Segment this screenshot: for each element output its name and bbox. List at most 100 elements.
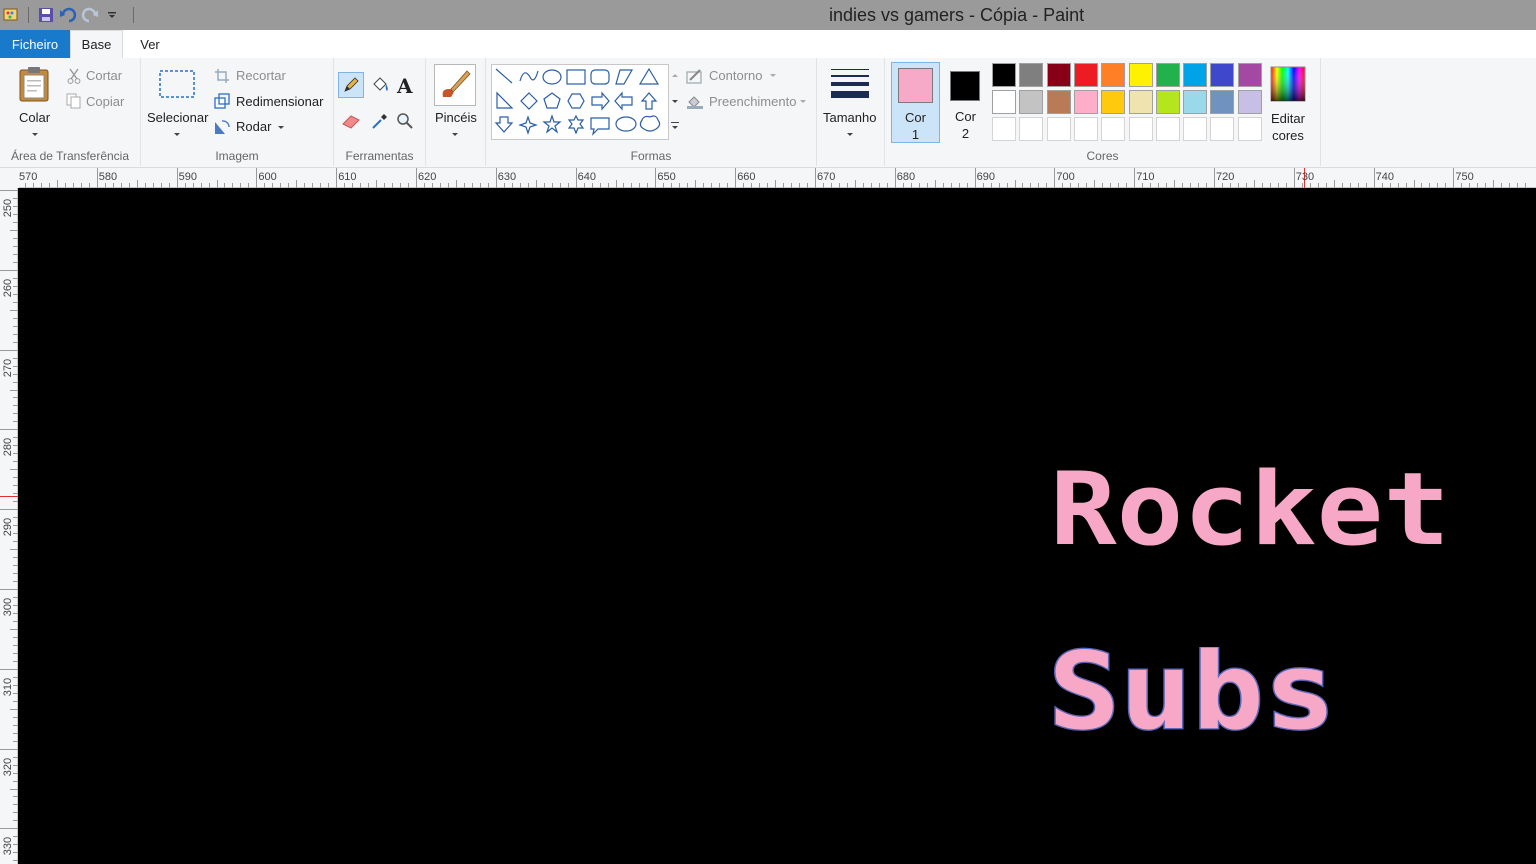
paint-app-icon[interactable] — [0, 4, 22, 26]
copy-button[interactable]: Copiar — [86, 94, 124, 109]
color-picker-icon[interactable] — [367, 108, 393, 134]
palette-swatch-empty[interactable] — [1237, 117, 1262, 141]
drawing-canvas[interactable]: Rocket Subs — [19, 189, 1536, 864]
ruler-minor-tick — [1245, 183, 1247, 188]
outline-dropdown-icon[interactable] — [770, 74, 776, 77]
select-icon[interactable] — [157, 68, 197, 100]
ruler-minor-tick — [80, 183, 82, 188]
paste-label[interactable]: Colar — [19, 110, 50, 125]
palette-swatch[interactable] — [1237, 90, 1262, 114]
palette-swatch[interactable] — [1128, 90, 1153, 114]
ruler-minor-tick — [312, 183, 314, 188]
palette-swatch-empty[interactable] — [1101, 117, 1126, 141]
file-menu-button[interactable]: Ficheiro — [0, 30, 70, 58]
ruler-minor-tick — [13, 397, 18, 399]
ruler-minor-tick — [13, 413, 18, 415]
brush-icon[interactable] — [434, 64, 476, 106]
ruler-minor-tick — [711, 183, 713, 188]
gallery-up-icon[interactable] — [672, 74, 678, 77]
gallery-expand-icon[interactable] — [672, 126, 678, 129]
palette-swatch[interactable] — [1210, 90, 1235, 114]
text-tool-icon[interactable]: A — [392, 72, 418, 98]
palette-swatch[interactable] — [1101, 90, 1126, 114]
palette-swatch[interactable] — [1155, 63, 1180, 87]
pencil-icon[interactable] — [338, 72, 364, 98]
palette-swatch[interactable] — [1155, 90, 1180, 114]
resize-button[interactable]: Redimensionar — [236, 94, 323, 109]
palette-swatch-empty[interactable] — [1155, 117, 1180, 141]
undo-icon[interactable] — [57, 4, 79, 26]
size-lines-icon[interactable] — [829, 66, 871, 102]
ruler-minor-tick — [519, 183, 521, 188]
fill-bucket-icon[interactable] — [367, 72, 393, 98]
tab-view[interactable]: Ver — [128, 30, 172, 58]
ruler-minor-tick — [13, 205, 18, 207]
ruler-minor-tick — [1509, 183, 1511, 188]
palette-swatch-empty[interactable] — [1046, 117, 1071, 141]
customize-qat-icon[interactable] — [101, 4, 123, 26]
ruler-minor-tick — [854, 180, 856, 188]
ruler-minor-tick — [1429, 183, 1431, 188]
size-label[interactable]: Tamanho — [823, 110, 876, 125]
select-dropdown-icon[interactable] — [174, 133, 180, 136]
shapes-gallery-icons[interactable] — [492, 65, 668, 139]
fill-button[interactable]: Preenchimento — [709, 94, 796, 109]
ruler-minor-tick — [830, 183, 832, 188]
palette-swatch[interactable] — [1183, 90, 1208, 114]
cut-button[interactable]: Cortar — [86, 68, 122, 83]
crop-button[interactable]: Recortar — [236, 68, 286, 83]
gallery-down-icon[interactable] — [672, 100, 678, 103]
edit-colors-icon[interactable] — [1270, 66, 1306, 102]
palette-swatch[interactable] — [1046, 63, 1071, 87]
palette-swatch[interactable] — [1046, 90, 1071, 114]
size-dropdown-icon[interactable] — [847, 133, 853, 136]
palette-swatch[interactable] — [992, 90, 1016, 114]
ruler-minor-tick — [958, 183, 960, 188]
brushes-dropdown-icon[interactable] — [452, 133, 458, 136]
palette-swatch[interactable] — [992, 63, 1016, 87]
ruler-minor-tick — [1365, 183, 1367, 188]
outline-button[interactable]: Contorno — [709, 68, 762, 83]
palette-swatch-empty[interactable] — [1073, 117, 1098, 141]
gallery-more-icon[interactable] — [671, 122, 679, 123]
palette-swatch[interactable] — [1073, 90, 1098, 114]
paste-dropdown-icon[interactable] — [32, 133, 38, 136]
brushes-label[interactable]: Pincéis — [435, 110, 477, 125]
color2-button[interactable]: Cor 2 — [941, 62, 990, 143]
save-icon[interactable] — [35, 4, 57, 26]
select-label[interactable]: Selecionar — [147, 110, 208, 125]
palette-swatch[interactable] — [1101, 63, 1126, 87]
tab-home[interactable]: Base — [70, 30, 123, 58]
palette-swatch-empty[interactable] — [1210, 117, 1235, 141]
ruler-minor-tick — [328, 183, 330, 188]
palette-swatch[interactable] — [1019, 90, 1044, 114]
ruler-minor-tick — [639, 183, 641, 188]
ruler-minor-tick — [1485, 183, 1487, 188]
magnifier-icon[interactable] — [392, 108, 418, 134]
fill-dropdown-icon[interactable] — [800, 100, 806, 103]
redo-icon[interactable] — [79, 4, 101, 26]
rotate-dropdown-icon[interactable] — [278, 126, 284, 129]
ruler-label: 720 — [1216, 171, 1235, 183]
palette-swatch-empty[interactable] — [1128, 117, 1153, 141]
ruler-minor-tick — [13, 525, 18, 527]
shapes-gallery-scroll[interactable] — [669, 64, 681, 140]
palette-swatch[interactable] — [1183, 63, 1208, 87]
palette-swatch[interactable] — [1073, 63, 1098, 87]
palette-swatch[interactable] — [1210, 63, 1235, 87]
palette-swatch[interactable] — [1019, 63, 1044, 87]
rotate-button[interactable]: Rodar — [236, 119, 271, 134]
ruler-label: 730 — [1295, 171, 1315, 183]
palette-swatch-empty[interactable] — [992, 117, 1016, 141]
palette-swatch-empty[interactable] — [1183, 117, 1208, 141]
paste-icon[interactable] — [14, 64, 54, 104]
palette-swatch-empty[interactable] — [1019, 117, 1044, 141]
edit-colors-label[interactable]: Editar cores — [1265, 110, 1311, 144]
palette-swatch[interactable] — [1128, 63, 1153, 87]
ruler-minor-tick — [13, 636, 18, 638]
eraser-icon[interactable] — [338, 108, 364, 134]
palette-swatch[interactable] — [1237, 63, 1262, 87]
color1-button[interactable]: Cor 1 — [891, 62, 940, 143]
ruler-minor-tick — [918, 183, 920, 188]
ruler-minor-tick — [1381, 183, 1383, 188]
